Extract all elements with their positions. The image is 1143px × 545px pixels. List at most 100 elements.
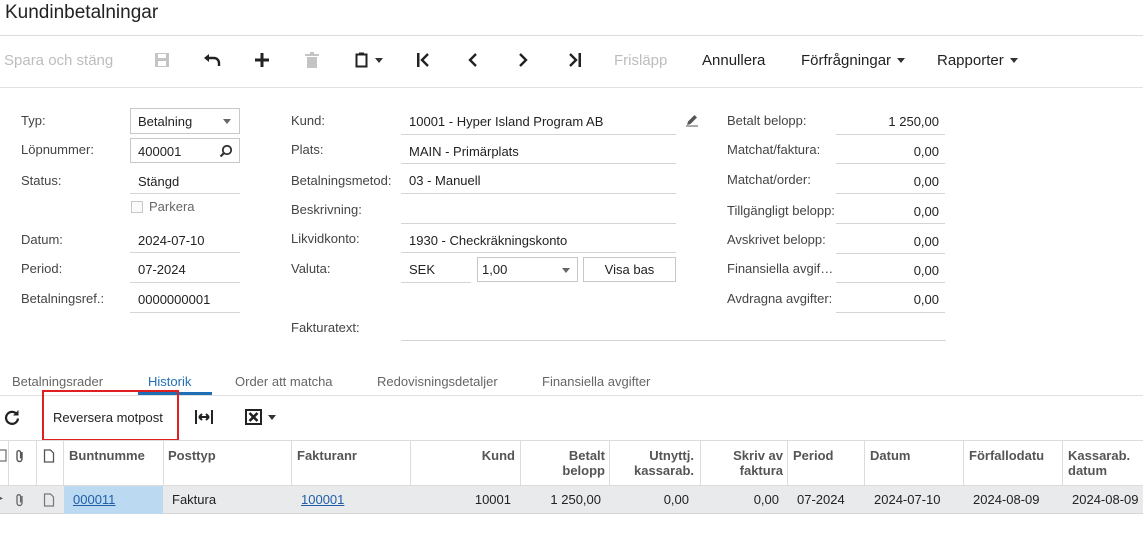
- method-label: Betalningsmetod:: [291, 173, 392, 188]
- note-icon[interactable]: [43, 493, 55, 507]
- column-header-writeoff[interactable]: Skriv av faktura: [704, 448, 783, 478]
- available-amount-label: Tillgängligt belopp:: [727, 203, 835, 218]
- discount-header-line1: Kassarab.: [1068, 448, 1131, 463]
- release-label: Frisläpp: [614, 51, 668, 69]
- location-label: Plats:: [291, 142, 324, 157]
- tab-accounting-details[interactable]: Redovisningsdetaljer: [377, 374, 498, 389]
- location-field[interactable]: MAIN - Primärplats: [409, 144, 519, 159]
- matched-order-value: 0,00: [913, 174, 939, 189]
- rate-value: 1,00: [482, 262, 508, 277]
- column-header-batch[interactable]: Buntnumme: [69, 448, 145, 463]
- hold-checkbox[interactable]: [131, 201, 143, 213]
- tab-payment-lines[interactable]: Betalningsrader: [12, 374, 103, 389]
- release-button[interactable]: Frisläpp: [614, 48, 667, 72]
- batch-link[interactable]: 000011: [73, 492, 115, 507]
- writeoff-header-line2: faktura: [739, 463, 783, 478]
- used-header-line2: kassarab.: [634, 463, 694, 478]
- fit-columns-icon[interactable]: [194, 409, 214, 428]
- tab-finance-charges[interactable]: Finansiella avgifter: [542, 374, 650, 389]
- period-field[interactable]: 07-2024: [138, 262, 186, 277]
- note-header-icon: [43, 449, 55, 463]
- column-header-invoice[interactable]: Fakturanr: [297, 448, 357, 463]
- export-excel-button[interactable]: [245, 409, 276, 425]
- reports-label: Rapporter: [937, 51, 1004, 69]
- tab-orders-to-match[interactable]: Order att matcha: [235, 374, 333, 389]
- method-underline: [401, 193, 676, 194]
- column-header-customer[interactable]: Kund: [415, 448, 515, 463]
- matched-invoice-value: 0,00: [913, 144, 939, 159]
- reports-menu-button[interactable]: Rapporter: [937, 48, 1018, 72]
- chevron-down-icon: [268, 414, 276, 420]
- row-selector-icon[interactable]: ▸: [0, 493, 3, 504]
- date-cell: 2024-07-10: [874, 492, 941, 507]
- writeoff-header-line1: Skriv av: [733, 448, 783, 463]
- customer-underline: [401, 134, 676, 135]
- finance-charges-label: Finansiella avgif…: [727, 261, 834, 276]
- column-header-doctype[interactable]: Posttyp: [168, 448, 216, 463]
- refnbr-label: Löpnummer:: [21, 142, 94, 157]
- cancel-button[interactable]: Annullera: [702, 48, 765, 72]
- customer-field[interactable]: 10001 - Hyper Island Program AB: [409, 114, 603, 129]
- inquiries-menu-button[interactable]: Förfrågningar: [801, 48, 906, 72]
- available-amount-underline: [836, 223, 945, 224]
- cash-account-field[interactable]: 1930 - Checkräkningskonto: [409, 233, 567, 248]
- clipboard-icon: [355, 52, 368, 68]
- writeoff-amount-underline: [836, 253, 945, 254]
- date-field[interactable]: 2024-07-10: [138, 233, 205, 248]
- files-header-icon: [0, 449, 7, 462]
- hold-label: Parkera: [149, 199, 195, 214]
- cancel-label: Annullera: [702, 51, 766, 69]
- paid-header-line1: Betalt: [568, 448, 605, 463]
- chevron-down-icon: [562, 268, 570, 273]
- next-record-icon[interactable]: [511, 48, 535, 72]
- view-base-button[interactable]: Visa bas: [583, 257, 676, 282]
- currency-underline: [401, 282, 471, 283]
- column-header-used-discount[interactable]: Utnyttj. kassarab.: [612, 448, 694, 478]
- cash-account-label: Likvidkonto:: [291, 231, 360, 246]
- column-header-paid-amount[interactable]: Betalt belopp: [525, 448, 605, 478]
- attachment-icon[interactable]: [14, 493, 26, 507]
- matched-order-underline: [836, 193, 945, 194]
- invoice-link[interactable]: 100001: [301, 492, 344, 507]
- refresh-icon[interactable]: [4, 409, 20, 428]
- description-underline: [401, 223, 676, 224]
- available-amount-value: 0,00: [913, 204, 939, 219]
- search-icon[interactable]: [219, 144, 233, 158]
- type-value: Betalning: [138, 114, 193, 129]
- refnbr-input[interactable]: 400001: [130, 138, 240, 163]
- payref-field[interactable]: 0000000001: [138, 292, 210, 307]
- paid-header-line2: belopp: [562, 463, 605, 478]
- writeoff-amount-label: Avskrivet belopp:: [727, 232, 826, 247]
- last-record-icon[interactable]: [563, 48, 587, 72]
- column-separator: [963, 440, 964, 486]
- column-header-discount-date[interactable]: Kassarab. datum: [1068, 448, 1130, 478]
- clipboard-menu-button[interactable]: [355, 48, 383, 72]
- date-underline: [130, 252, 240, 253]
- previous-record-icon[interactable]: [461, 48, 485, 72]
- paid-amount-cell: 1 250,00: [550, 492, 601, 507]
- period-underline: [130, 282, 240, 283]
- tab-history[interactable]: Historik: [148, 374, 191, 389]
- add-icon[interactable]: [250, 48, 274, 72]
- delete-icon[interactable]: [300, 48, 324, 72]
- description-label: Beskrivning:: [291, 202, 362, 217]
- matched-invoice-underline: [836, 163, 945, 164]
- column-header-date[interactable]: Datum: [870, 448, 910, 463]
- method-field[interactable]: 03 - Manuell: [409, 173, 481, 188]
- rate-select[interactable]: 1,00: [477, 257, 578, 282]
- edit-pencil-icon[interactable]: [685, 113, 699, 127]
- attachment-header-icon: [16, 450, 23, 463]
- undo-icon[interactable]: [200, 48, 224, 72]
- type-label: Typ:: [21, 113, 46, 128]
- type-select[interactable]: Betalning: [130, 108, 240, 134]
- first-record-icon[interactable]: [411, 48, 435, 72]
- invoice-text-underline: [401, 340, 946, 341]
- save-icon[interactable]: [150, 48, 174, 72]
- column-separator: [8, 440, 9, 486]
- column-header-due-date[interactable]: Förfallodatu: [969, 448, 1044, 463]
- currency-field[interactable]: SEK: [409, 262, 435, 277]
- paid-amount-field[interactable]: 1 250,00: [836, 114, 939, 129]
- deducted-charges-label: Avdragna avgifter:: [727, 291, 833, 306]
- save-close-button[interactable]: Spara och stäng: [4, 48, 113, 72]
- column-header-period[interactable]: Period: [793, 448, 833, 463]
